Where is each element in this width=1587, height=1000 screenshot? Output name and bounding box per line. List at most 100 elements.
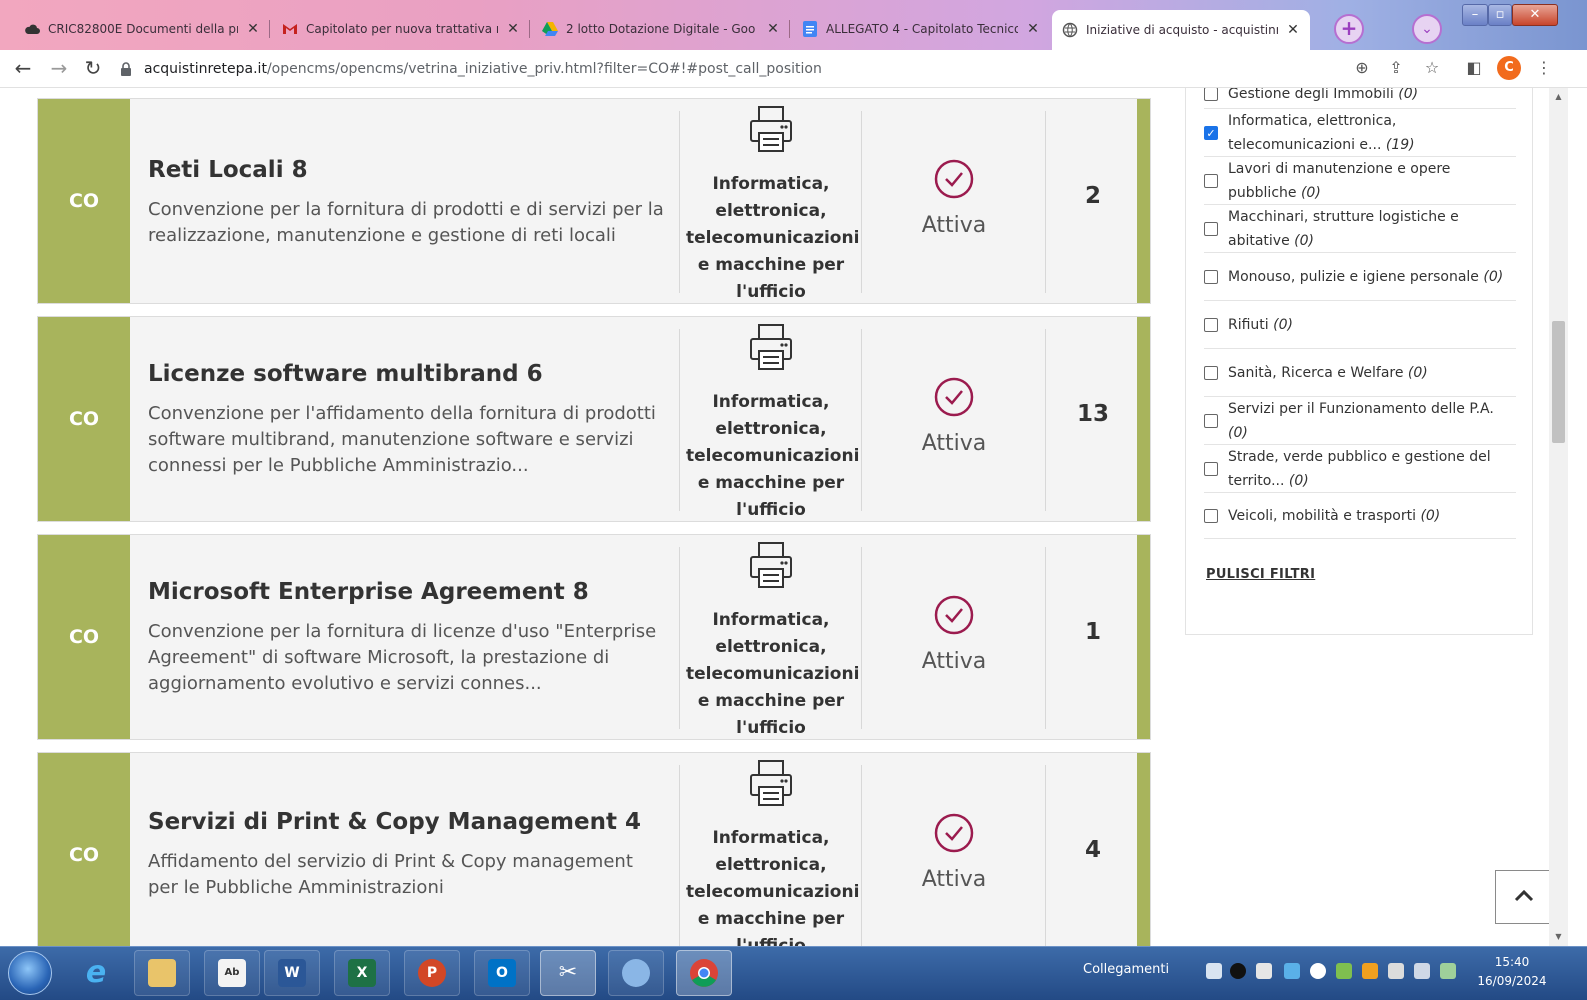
system-clock[interactable]: 15:40 16/09/2024 [1472,953,1552,991]
check-circle-icon [934,595,974,635]
initiative-card[interactable]: CO Microsoft Enterprise Agreement 8 Conv… [37,534,1151,740]
tray-app-icon[interactable] [1440,963,1456,979]
initiative-type-badge: CO [38,99,130,303]
filter-label: Sanità, Ricerca e Welfare (0) [1228,364,1428,381]
close-icon[interactable]: ✕ [1026,21,1040,37]
close-icon[interactable]: ✕ [246,21,260,37]
filter-option[interactable]: Monouso, pulizie e igiene personale (0) [1204,253,1516,301]
checkbox[interactable] [1204,88,1218,101]
filter-option[interactable]: Strade, verde pubblico e gestione del te… [1204,445,1516,493]
network-icon[interactable] [1414,963,1430,979]
internet-explorer-icon[interactable]: e [68,950,124,996]
browser-tab[interactable]: CRIC82800E Documenti della pra ✕ [14,12,270,46]
checkbox[interactable] [1204,413,1218,428]
checkbox[interactable] [1204,269,1218,284]
initiative-status: Attiva [921,213,987,238]
minimize-button[interactable]: – [1462,4,1488,26]
links-toolbar-label[interactable]: Collegamenti [1083,962,1169,977]
maximize-button[interactable]: ▫ [1488,4,1512,26]
tab-title: 2 lotto Dotazione Digitale - Goo [566,22,756,36]
filter-option[interactable]: Rifiuti (0) [1204,301,1516,349]
paint-icon[interactable] [608,950,664,996]
back-arrow-icon[interactable]: ← [10,56,36,82]
initiative-description: Affidamento del servizio di Print & Copy… [148,851,633,898]
close-icon[interactable]: ✕ [506,21,520,37]
initiative-card[interactable]: CO Servizi di Print & Copy Management 4 … [37,752,1151,946]
scroll-up-icon[interactable]: ▲ [1549,90,1568,104]
checkbox[interactable] [1204,508,1218,523]
checkbox-checked[interactable]: ✓ [1204,125,1218,140]
browser-tab[interactable]: Capitolato per nuova trattativa n ✕ [272,12,530,46]
close-icon[interactable]: ✕ [1286,22,1300,38]
initiative-description: Convenzione per l'affidamento della forn… [148,403,656,476]
initiative-count: 2 [1084,183,1101,209]
checkbox[interactable] [1204,365,1218,380]
file-explorer-icon[interactable] [134,950,190,996]
globe-icon [1062,22,1078,38]
chrome-icon[interactable] [676,950,732,996]
close-icon[interactable]: ✕ [766,21,780,37]
snipping-tool-icon[interactable]: ✂ [540,950,596,996]
excel-icon[interactable]: X [334,950,390,996]
flag-icon[interactable] [1362,963,1378,979]
filter-option[interactable]: Gestione degli Immobili (0) [1204,88,1516,109]
initiative-card[interactable]: CO Licenze software multibrand 6 Convenz… [37,316,1151,522]
filter-option[interactable]: Veicoli, mobilità e trasporti (0) [1204,493,1516,539]
checkbox[interactable] [1204,461,1218,476]
clock-date: 16/09/2024 [1477,974,1547,988]
tray-app-icon[interactable] [1336,963,1352,979]
checkbox[interactable] [1204,221,1218,236]
filter-option[interactable]: Servizi per il Funzionamento delle P.A. … [1204,397,1516,445]
filter-option[interactable]: Lavori di manutenzione e opere pubbliche… [1204,157,1516,205]
side-panel-icon[interactable]: ◧ [1462,56,1486,80]
start-button[interactable] [8,951,52,995]
initiative-card[interactable]: CO Reti Locali 8 Convenzione per la forn… [37,98,1151,304]
initiative-type-badge: CO [38,535,130,739]
initiative-title[interactable]: Licenze software multibrand 6 [148,361,543,387]
initiative-title[interactable]: Microsoft Enterprise Agreement 8 [148,579,589,605]
scrollbar-thumb[interactable] [1552,321,1565,443]
initiative-title[interactable]: Servizi di Print & Copy Management 4 [148,809,641,835]
reload-icon[interactable]: ↻ [80,56,106,82]
bluetooth-icon[interactable] [1230,963,1246,979]
share-icon[interactable]: ⇪ [1384,56,1408,80]
browser-tab[interactable]: ALLEGATO 4 - Capitolato Tecnico ✕ [792,12,1050,46]
forward-arrow-icon[interactable]: → [46,56,72,82]
word-icon[interactable]: W [264,950,320,996]
tray-app-icon[interactable] [1284,963,1300,979]
outlook-icon[interactable]: O [474,950,530,996]
new-tab-button[interactable]: + [1334,14,1364,44]
page-content: CO Reti Locali 8 Convenzione per la forn… [0,88,1568,946]
browser-tab-active[interactable]: Iniziative di acquisto - acquistinr ✕ [1052,10,1310,50]
initiative-count: 1 [1084,619,1101,645]
close-window-button[interactable]: ✕ [1512,4,1558,26]
filter-option[interactable]: ✓ Informatica, elettronica, telecomunica… [1204,109,1516,157]
notepad-icon[interactable]: Ab [204,950,260,996]
back-to-top-button[interactable] [1495,870,1553,924]
scroll-down-icon[interactable]: ▼ [1549,930,1568,944]
clear-filters-link[interactable]: PULISCI FILTRI [1206,567,1315,582]
initiative-count: 13 [1076,401,1109,427]
gmail-icon [282,21,298,37]
filter-option[interactable]: Macchinari, strutture logistiche e abita… [1204,205,1516,253]
filter-label: Gestione degli Immobili (0) [1228,88,1419,102]
checkbox[interactable] [1204,173,1218,188]
profile-avatar[interactable]: C [1497,56,1521,80]
checkbox[interactable] [1204,317,1218,332]
initiative-title[interactable]: Reti Locali 8 [148,157,308,183]
page-scrollbar[interactable]: ▲ ▼ [1549,88,1568,946]
menu-kebab-icon[interactable]: ⋮ [1532,56,1556,80]
printer-tray-icon[interactable] [1256,963,1272,979]
check-circle-icon [934,813,974,853]
browser-tab[interactable]: 2 lotto Dotazione Digitale - Goo ✕ [532,12,790,46]
tab-search-button[interactable]: ⌄ [1412,14,1442,44]
network-globe-icon[interactable] [1206,963,1222,979]
tray-app-icon[interactable] [1310,963,1326,979]
bookmark-star-icon[interactable]: ☆ [1420,56,1444,80]
filter-option[interactable]: Sanità, Ricerca e Welfare (0) [1204,349,1516,397]
tab-title: Iniziative di acquisto - acquistinr [1086,23,1278,37]
zoom-icon[interactable]: ⊕ [1350,56,1374,80]
initiative-type-badge: CO [38,317,130,521]
powerpoint-icon[interactable]: P [404,950,460,996]
volume-icon[interactable] [1388,963,1404,979]
